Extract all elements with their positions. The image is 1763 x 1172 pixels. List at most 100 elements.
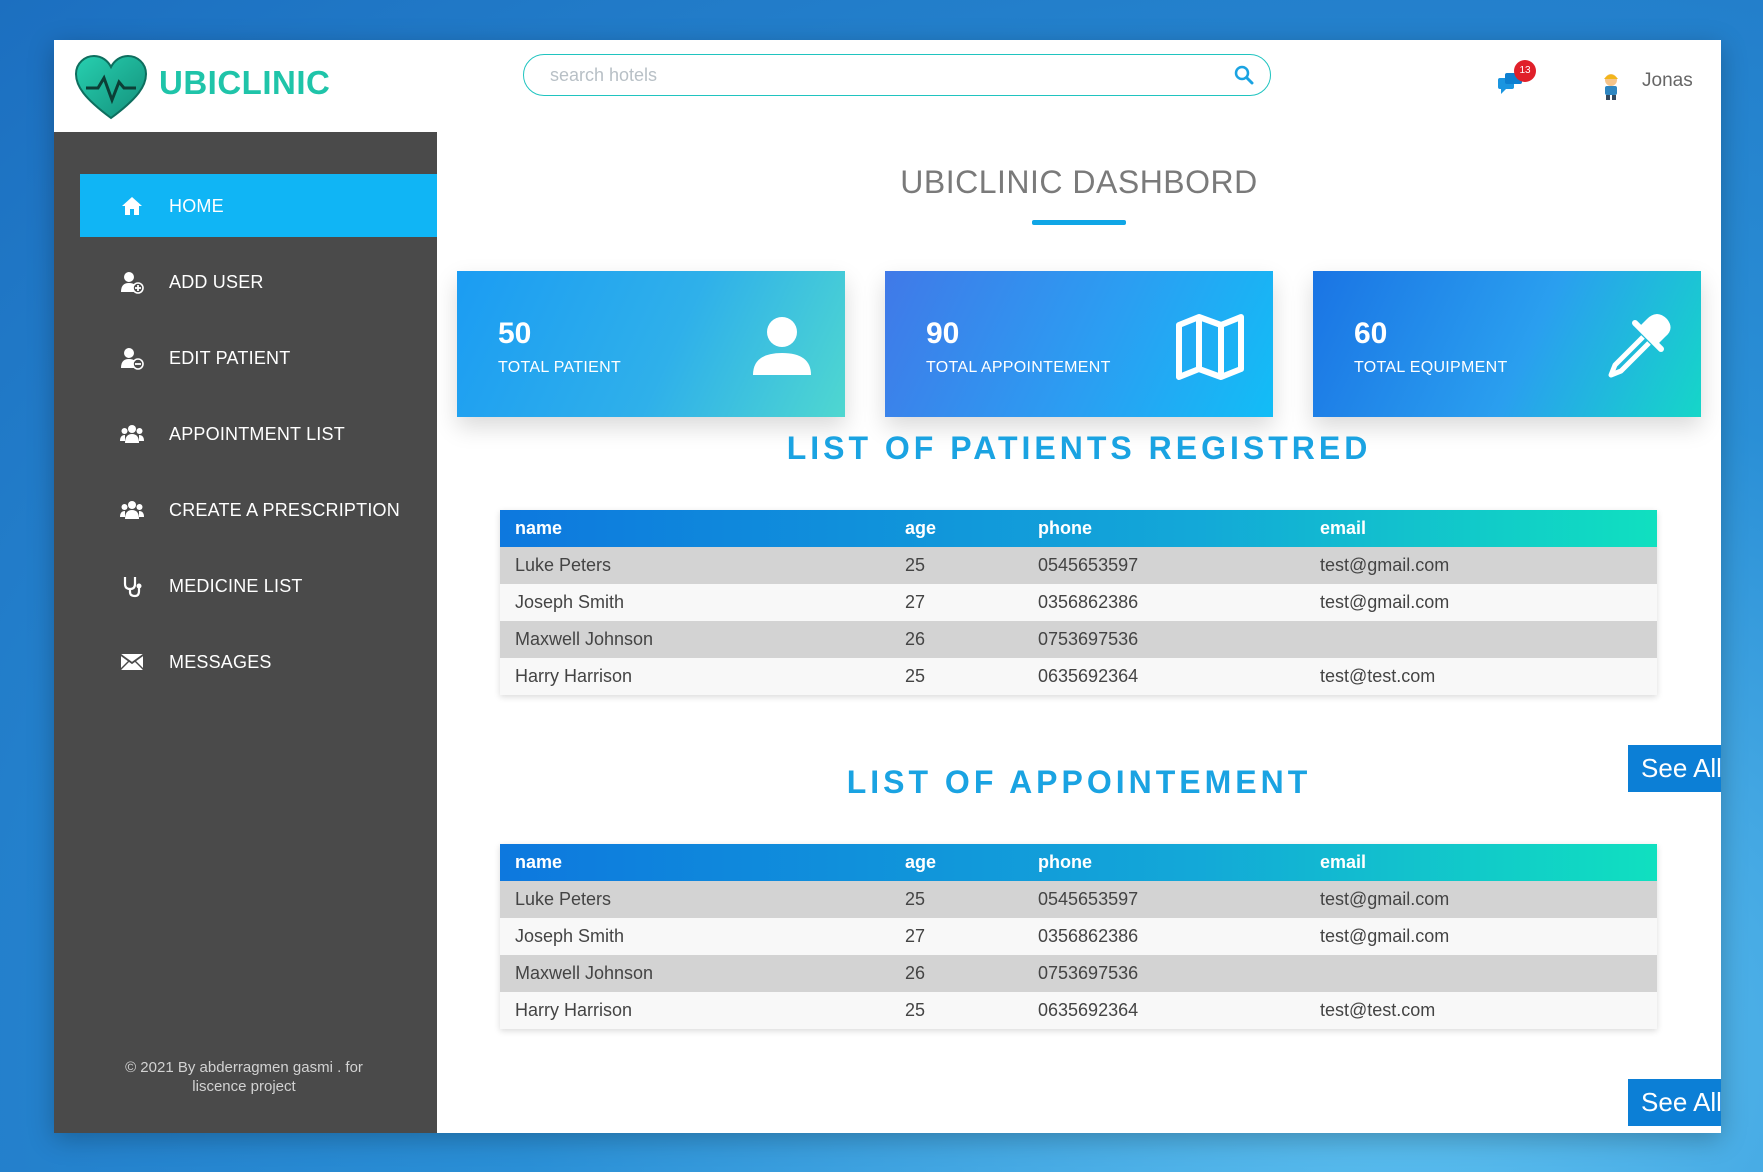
cell-phone: 0356862386 [1038,592,1139,612]
cell-email: test@gmail.com [1320,889,1450,909]
cell-age: 25 [905,555,926,575]
copyright-footer: © 2021 By abderragmen gasmi . for liscen… [94,1058,394,1096]
cell-name: Joseph Smith [515,926,625,946]
cell-name: Harry Harrison [515,1000,633,1020]
cell-name: Maxwell Johnson [515,963,654,983]
sidebar-item-edit-patient[interactable]: EDIT PATIENT [80,326,437,389]
sidebar-item-add-user[interactable]: ADD USER [80,250,437,313]
stethoscope-icon [123,577,142,598]
eyedropper-icon [1608,314,1671,378]
footer-line: liscence project [192,1078,296,1095]
column-header-phone[interactable]: phone [1023,510,1305,547]
sidebar-item-home[interactable]: HOME [80,174,437,237]
patients-table: name age phone email Luke Peters 25 0545… [500,510,1657,695]
table-header-row: name age phone email [500,510,1657,547]
user-icon [753,317,811,375]
cell-age: 25 [905,666,926,686]
heart-logo-icon [74,54,148,120]
sidebar-item-messages[interactable]: MESSAGES [80,630,437,693]
app-window: UBICLINIC 13 Jonas H [54,40,1721,1133]
patients-section-title: LIST OF PATIENTS REGISTRED [786,430,1372,466]
column-header-name[interactable]: name [500,844,890,881]
sidebar: HOME ADD USER EDIT PATIENT APPOINTMENT L… [54,132,437,1133]
users-icon [120,501,144,519]
cell-age: 26 [905,629,926,649]
table-header-row: name age phone email [500,844,1657,881]
stat-card-total-appointement[interactable]: 90 TOTAL APPOINTEMENT [885,271,1273,417]
column-header-age[interactable]: age [890,510,1023,547]
cell-age: 25 [905,889,926,909]
table-row[interactable]: Joseph Smith 27 0356862386 test@gmail.co… [500,584,1657,621]
cell-phone: 0545653597 [1038,555,1139,575]
cell-email: test@gmail.com [1320,555,1450,575]
sidebar-item-medicine-list[interactable]: MEDICINE LIST [80,554,437,617]
footer-line: © 2021 By abderragmen gasmi . for [125,1059,363,1076]
main-content: UBICLINIC DASHBORD 50 TOTAL PATIENT 90 T… [437,132,1721,1133]
top-header: UBICLINIC 13 Jonas [54,40,1721,133]
cell-phone: 0753697536 [1038,629,1139,649]
brand-name: UBICLINIC [159,64,331,101]
map-icon [1176,314,1244,380]
column-header-email[interactable]: email [1305,844,1657,881]
column-header-phone[interactable]: phone [1023,844,1305,881]
avatar[interactable] [1599,70,1623,100]
table-row[interactable]: Luke Peters 25 0545653597 test@gmail.com [500,547,1657,584]
table-row[interactable]: Luke Peters 25 0545653597 test@gmail.com [500,881,1657,918]
cell-age: 27 [905,926,926,946]
page-title: UBICLINIC DASHBORD [900,164,1258,200]
stat-value: 90 [926,317,960,350]
cell-email [1305,621,1657,658]
table-row[interactable]: Harry Harrison 25 0635692364 test@test.c… [500,658,1657,695]
sidebar-item-create-prescription[interactable]: CREATE A PRESCRIPTION [80,478,437,541]
sidebar-item-label: MEDICINE LIST [169,576,303,596]
user-plus-icon [121,272,144,294]
sidebar-item-label: APPOINTMENT LIST [169,424,345,444]
cell-phone: 0635692364 [1038,666,1139,686]
sidebar-item-label: EDIT PATIENT [169,348,291,368]
cell-name: Maxwell Johnson [515,629,654,649]
column-header-name[interactable]: name [500,510,890,547]
cell-phone: 0753697536 [1038,963,1139,983]
appointments-section-title: LIST OF APPOINTEMENT [846,764,1312,800]
cell-email [1305,955,1657,992]
table-row[interactable]: Harry Harrison 25 0635692364 test@test.c… [500,992,1657,1029]
search-input[interactable] [548,55,1212,96]
cell-phone: 0545653597 [1038,889,1139,909]
home-icon [122,197,142,215]
sidebar-item-label: CREATE A PRESCRIPTION [169,500,400,520]
cell-name: Joseph Smith [515,592,625,612]
stat-label: TOTAL APPOINTEMENT [926,359,1111,376]
cell-email: test@test.com [1320,1000,1436,1020]
stat-label: TOTAL EQUIPMENT [1354,359,1508,376]
cell-email: test@test.com [1320,666,1436,686]
see-all-appointments-button[interactable]: See All [1628,1079,1721,1126]
sidebar-item-label: MESSAGES [169,652,272,672]
stat-card-total-patient[interactable]: 50 TOTAL PATIENT [457,271,845,417]
sidebar-item-label: ADD USER [169,272,264,292]
cell-phone: 0356862386 [1038,926,1139,946]
users-icon [120,425,144,443]
column-header-email[interactable]: email [1305,510,1657,547]
stat-card-total-equipment[interactable]: 60 TOTAL EQUIPMENT [1313,271,1701,417]
cell-age: 26 [905,963,926,983]
title-underline [1032,220,1126,225]
stat-value: 50 [498,317,532,350]
table-row[interactable]: Maxwell Johnson 26 0753697536 [500,621,1657,658]
appointments-table: name age phone email Luke Peters 25 0545… [500,844,1657,1029]
column-header-age[interactable]: age [890,844,1023,881]
stat-value: 60 [1354,317,1388,350]
stat-label: TOTAL PATIENT [498,359,622,376]
envelope-icon [120,654,144,670]
cell-age: 27 [905,592,926,612]
cell-name: Luke Peters [515,889,612,909]
sidebar-item-appointment-list[interactable]: APPOINTMENT LIST [80,402,437,465]
cell-email: test@gmail.com [1320,592,1450,612]
sidebar-item-label: HOME [169,196,224,216]
table-row[interactable]: Joseph Smith 27 0356862386 test@gmail.co… [500,918,1657,955]
cell-age: 25 [905,1000,926,1020]
notification-badge: 13 [1514,60,1536,82]
table-row[interactable]: Maxwell Johnson 26 0753697536 [500,955,1657,992]
user-name[interactable]: Jonas [1642,70,1693,92]
search-icon[interactable] [1234,65,1254,85]
search-bar [523,54,1271,96]
